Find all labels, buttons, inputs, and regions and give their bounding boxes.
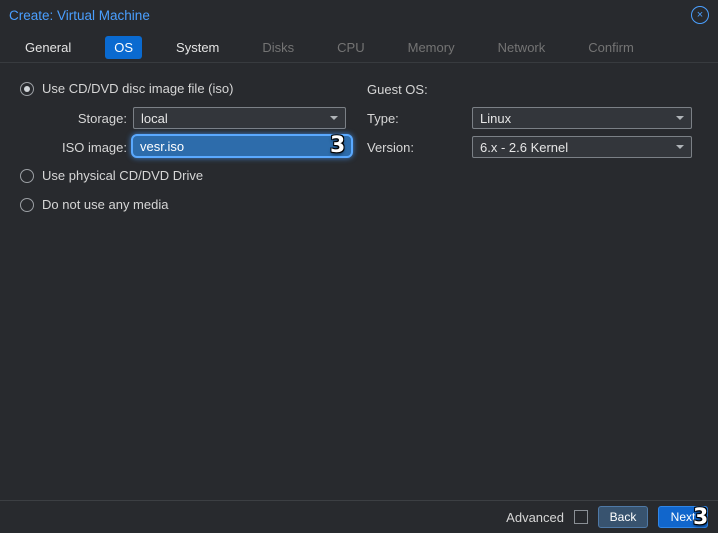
radio-option-physical[interactable]: Use physical CD/DVD Drive	[20, 168, 203, 183]
radio-selected-icon	[20, 82, 34, 96]
next-button[interactable]: Next	[658, 506, 708, 528]
tab-system[interactable]: System	[167, 36, 228, 59]
tab-general[interactable]: General	[16, 36, 80, 59]
type-value: Linux	[480, 111, 511, 126]
tab-memory: Memory	[399, 36, 464, 59]
dialog-title: Create: Virtual Machine	[9, 8, 150, 23]
tab-disks: Disks	[253, 36, 303, 59]
radio-unselected-icon	[20, 169, 34, 183]
radio-option-none[interactable]: Do not use any media	[20, 197, 168, 212]
radio-option-physical-label: Use physical CD/DVD Drive	[42, 168, 203, 183]
tab-bar: General OS System Disks CPU Memory Netwo…	[0, 32, 718, 63]
tab-confirm: Confirm	[579, 36, 643, 59]
radio-unselected-icon	[20, 198, 34, 212]
iso-image-label: ISO image:	[20, 140, 127, 155]
tab-os[interactable]: OS	[105, 36, 142, 59]
version-value: 6.x - 2.6 Kernel	[480, 140, 568, 155]
guest-os-heading: Guest OS:	[367, 82, 428, 97]
chevron-down-icon	[330, 116, 338, 120]
type-select[interactable]: Linux	[472, 107, 692, 129]
type-label: Type:	[367, 111, 399, 126]
close-glyph: ×	[697, 10, 703, 21]
storage-value: local	[141, 111, 168, 126]
iso-image-select[interactable]: vesr.iso	[131, 134, 353, 158]
chevron-down-icon	[676, 145, 684, 149]
storage-select[interactable]: local	[133, 107, 346, 129]
radio-option-none-label: Do not use any media	[42, 197, 168, 212]
create-vm-dialog: Create: Virtual Machine × General OS Sys…	[0, 0, 718, 533]
dialog-titlebar: Create: Virtual Machine ×	[0, 0, 718, 30]
tab-network: Network	[489, 36, 555, 59]
advanced-checkbox[interactable]	[574, 510, 588, 524]
tab-cpu: CPU	[328, 36, 373, 59]
radio-option-iso[interactable]: Use CD/DVD disc image file (iso)	[20, 81, 233, 96]
dialog-footer: Advanced Back Next	[0, 500, 718, 533]
version-label: Version:	[367, 140, 414, 155]
storage-label: Storage:	[20, 111, 127, 126]
back-button[interactable]: Back	[598, 506, 648, 528]
iso-image-value: vesr.iso	[140, 139, 184, 154]
advanced-label: Advanced	[506, 510, 564, 525]
radio-option-iso-label: Use CD/DVD disc image file (iso)	[42, 81, 233, 96]
close-icon[interactable]: ×	[691, 6, 709, 24]
chevron-down-icon	[676, 116, 684, 120]
version-select[interactable]: 6.x - 2.6 Kernel	[472, 136, 692, 158]
